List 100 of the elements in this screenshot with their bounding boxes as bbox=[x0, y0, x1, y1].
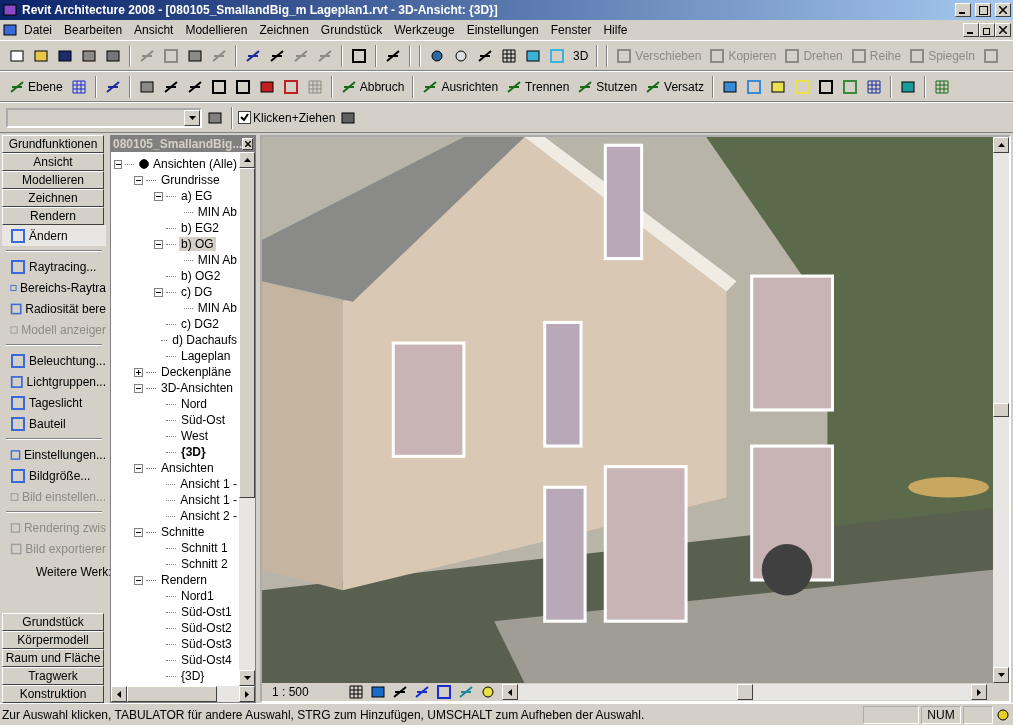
tree-item[interactable]: {3D} bbox=[179, 445, 208, 459]
design-bar-tab[interactable]: Ansicht bbox=[2, 153, 104, 171]
minimize-button[interactable] bbox=[955, 3, 971, 17]
expander-toggle[interactable] bbox=[134, 527, 143, 537]
expander-toggle[interactable] bbox=[154, 191, 163, 201]
menu-item[interactable]: Werkzeuge bbox=[388, 23, 461, 37]
tree-item[interactable]: Süd-Ost2 bbox=[179, 621, 234, 635]
design-tool[interactable]: Einstellungen... bbox=[2, 444, 106, 465]
close-button[interactable] bbox=[995, 23, 1011, 37]
menu-item[interactable]: Grundstück bbox=[314, 23, 389, 37]
tree-item[interactable]: Ansicht 2 - bbox=[178, 509, 239, 523]
view-scale[interactable]: 1 : 500 bbox=[272, 685, 342, 699]
scrollbar[interactable] bbox=[993, 137, 1009, 683]
menu-item[interactable]: Fenster bbox=[544, 23, 598, 37]
scroll-thumb[interactable] bbox=[239, 168, 255, 498]
tree-item[interactable]: Süd-Ost bbox=[179, 413, 227, 427]
menu-item[interactable]: Modellieren bbox=[179, 23, 254, 37]
scroll-right-button[interactable] bbox=[239, 686, 255, 702]
toolbar-button[interactable]: Abbruch bbox=[337, 74, 408, 99]
tree-item[interactable]: {3D} bbox=[179, 669, 207, 683]
scroll-left-button[interactable] bbox=[111, 686, 127, 702]
design-tool[interactable]: Radiosität bere bbox=[2, 298, 106, 319]
tree-item[interactable]: Rendern bbox=[159, 573, 210, 587]
tree-item[interactable]: Schnitt 1 bbox=[179, 541, 230, 555]
tree-item[interactable]: Ansicht 1 - bbox=[178, 477, 239, 491]
toolbar-button[interactable]: Trennen bbox=[503, 74, 573, 99]
tree-item[interactable]: Ansichten bbox=[159, 461, 216, 475]
menu-item[interactable]: Datei bbox=[18, 23, 58, 37]
tree-item[interactable]: Süd-Ost4 bbox=[179, 653, 234, 667]
design-bar-tab[interactable]: Grundfunktionen bbox=[2, 135, 104, 153]
menu-item[interactable]: Zeichnen bbox=[253, 23, 315, 37]
scrollbar[interactable] bbox=[502, 684, 987, 700]
tree-item[interactable]: MIN Ab bbox=[195, 205, 239, 219]
scroll-up-button[interactable] bbox=[993, 137, 1009, 153]
tree-item[interactable]: b) EG2 bbox=[179, 221, 221, 235]
scroll-up-button[interactable] bbox=[239, 152, 255, 168]
tree-item[interactable]: a) EG bbox=[179, 189, 215, 203]
design-tool[interactable]: Tageslicht bbox=[2, 392, 106, 413]
design-bar-tab[interactable]: Tragwerk bbox=[2, 667, 104, 685]
design-bar-tab[interactable]: Rendern bbox=[2, 207, 104, 225]
toolbar-button[interactable]: Versatz bbox=[642, 74, 708, 99]
expander-toggle[interactable] bbox=[114, 159, 123, 169]
menu-item[interactable]: Einstellungen bbox=[460, 23, 545, 37]
design-bar-tab[interactable]: Konstruktion bbox=[2, 685, 104, 703]
design-tool[interactable]: Ändern bbox=[2, 225, 106, 246]
tree-item[interactable]: Ansichten (Alle) bbox=[150, 157, 239, 171]
tree-item[interactable]: c) DG2 bbox=[179, 317, 221, 331]
toolbar-button[interactable]: Stutzen bbox=[574, 74, 641, 99]
design-bar-tab[interactable]: Zeichnen bbox=[2, 189, 104, 207]
scroll-thumb[interactable] bbox=[127, 686, 217, 702]
design-bar-tab[interactable]: Raum und Fläche bbox=[2, 649, 104, 667]
tree-item[interactable]: Schnitte bbox=[159, 525, 207, 539]
scroll-thumb[interactable] bbox=[993, 403, 1009, 417]
scrollbar[interactable] bbox=[239, 152, 255, 686]
design-bar-tab[interactable]: Modellieren bbox=[2, 171, 104, 189]
maximize-button[interactable] bbox=[975, 3, 991, 17]
toolbar-button[interactable]: 3D bbox=[570, 43, 592, 68]
tree-item[interactable]: Süd-Ost3 bbox=[179, 637, 234, 651]
expander-toggle[interactable] bbox=[134, 463, 143, 473]
tree-item[interactable]: d) Dachaufs bbox=[170, 333, 239, 347]
toolbar-button[interactable]: Ebene bbox=[6, 74, 66, 99]
tree-item[interactable]: Nord bbox=[179, 397, 209, 411]
tree-item[interactable]: 3D-Ansichten bbox=[159, 381, 236, 395]
tree-item[interactable]: b) OG bbox=[179, 237, 216, 251]
scroll-down-button[interactable] bbox=[993, 667, 1009, 683]
expander-toggle[interactable] bbox=[154, 239, 163, 249]
toolbar-button[interactable]: Ausrichten bbox=[419, 74, 502, 99]
tree-item[interactable]: b) OG2 bbox=[179, 269, 223, 283]
dropdown-arrow-button[interactable] bbox=[184, 109, 200, 126]
design-tool[interactable]: Bereichs-Raytra bbox=[2, 277, 106, 298]
design-bar-tab[interactable]: Grundstück bbox=[2, 613, 104, 631]
tree-item[interactable]: Nord1 bbox=[179, 589, 216, 603]
tree-item[interactable]: c) DG bbox=[179, 285, 215, 299]
tree-item[interactable]: Süd-Ost1 bbox=[179, 605, 234, 619]
design-tool[interactable]: Beleuchtung... bbox=[2, 350, 106, 371]
restore-button[interactable] bbox=[979, 23, 995, 37]
expander-toggle[interactable] bbox=[134, 575, 143, 585]
tree-item[interactable]: Lageplan bbox=[179, 349, 233, 363]
scrollbar[interactable] bbox=[111, 686, 255, 702]
scroll-down-button[interactable] bbox=[239, 670, 255, 686]
tree-item[interactable]: MIN Ab bbox=[195, 301, 239, 315]
design-tool[interactable]: Bildgröße... bbox=[2, 465, 106, 486]
expander-toggle[interactable] bbox=[134, 383, 143, 393]
scroll-right-button[interactable] bbox=[971, 684, 987, 700]
menu-item[interactable]: Ansicht bbox=[128, 23, 180, 37]
tree-item[interactable]: MIN Ab bbox=[195, 253, 239, 267]
close-button[interactable] bbox=[242, 138, 253, 150]
design-tool[interactable]: Lichtgruppen... bbox=[2, 371, 106, 392]
close-button[interactable] bbox=[995, 3, 1011, 17]
expander-toggle[interactable] bbox=[134, 175, 143, 185]
tree-item[interactable]: Ansicht 1 - bbox=[178, 493, 239, 507]
tree-item[interactable]: Schnitt 2 bbox=[179, 557, 230, 571]
tree-item[interactable]: West bbox=[179, 429, 211, 443]
minimize-button[interactable] bbox=[963, 23, 979, 37]
scroll-thumb[interactable] bbox=[736, 684, 753, 700]
design-bar-tab[interactable]: Körpermodell bbox=[2, 631, 104, 649]
tree-item[interactable]: Grundrisse bbox=[159, 173, 222, 187]
expander-toggle[interactable] bbox=[154, 287, 163, 297]
design-tool[interactable]: Bauteil bbox=[2, 413, 106, 434]
expander-toggle[interactable] bbox=[134, 367, 143, 377]
